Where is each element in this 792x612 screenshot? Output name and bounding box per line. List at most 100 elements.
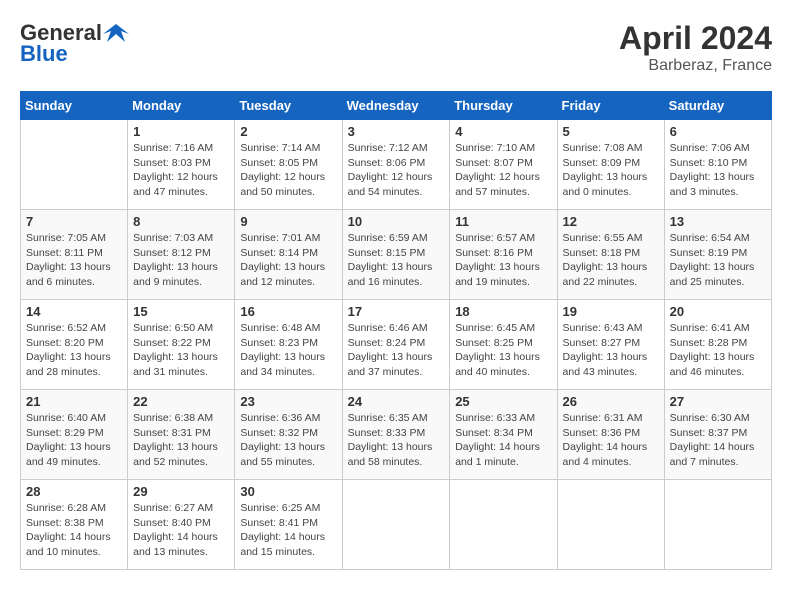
- calendar-cell: 30 Sunrise: 6:25 AMSunset: 8:41 PMDayligh…: [235, 480, 342, 570]
- day-info: Sunrise: 6:50 AMSunset: 8:22 PMDaylight:…: [133, 321, 229, 380]
- calendar-cell: 21 Sunrise: 6:40 AMSunset: 8:29 PMDayligh…: [21, 390, 128, 480]
- day-number: 17: [348, 304, 445, 319]
- calendar-cell: 25 Sunrise: 6:33 AMSunset: 8:34 PMDayligh…: [450, 390, 557, 480]
- calendar-cell: 26 Sunrise: 6:31 AMSunset: 8:36 PMDayligh…: [557, 390, 664, 480]
- day-number: 1: [133, 124, 229, 139]
- logo: General Blue: [20, 20, 129, 66]
- day-info: Sunrise: 6:43 AMSunset: 8:27 PMDaylight:…: [563, 321, 659, 380]
- header-row: SundayMondayTuesdayWednesdayThursdayFrid…: [21, 92, 772, 120]
- calendar-cell: 29 Sunrise: 6:27 AMSunset: 8:40 PMDayligh…: [128, 480, 235, 570]
- calendar-week-row: 21 Sunrise: 6:40 AMSunset: 8:29 PMDayligh…: [21, 390, 772, 480]
- calendar-cell: 27Sunrise: 6:30 AMSunset: 8:37 PMDayligh…: [664, 390, 771, 480]
- calendar-cell: 2 Sunrise: 7:14 AMSunset: 8:05 PMDaylight…: [235, 120, 342, 210]
- day-number: 5: [563, 124, 659, 139]
- calendar-cell: 28Sunrise: 6:28 AMSunset: 8:38 PMDayligh…: [21, 480, 128, 570]
- day-info: Sunrise: 6:41 AMSunset: 8:28 PMDaylight:…: [670, 321, 766, 380]
- day-info: Sunrise: 6:54 AMSunset: 8:19 PMDaylight:…: [670, 231, 766, 290]
- day-number: 20: [670, 304, 766, 319]
- day-number: 23: [240, 394, 336, 409]
- calendar-cell: 7Sunrise: 7:05 AMSunset: 8:11 PMDaylight…: [21, 210, 128, 300]
- title-block: April 2024 Barberaz, France: [619, 20, 772, 75]
- calendar-cell: 13 Sunrise: 6:54 AMSunset: 8:19 PMDayligh…: [664, 210, 771, 300]
- location-subtitle: Barberaz, France: [619, 57, 772, 75]
- day-info: Sunrise: 6:55 AMSunset: 8:18 PMDaylight:…: [563, 231, 659, 290]
- calendar-cell: 22Sunrise: 6:38 AMSunset: 8:31 PMDayligh…: [128, 390, 235, 480]
- header-cell-thursday: Thursday: [450, 92, 557, 120]
- day-info: Sunrise: 6:28 AMSunset: 8:38 PMDaylight:…: [26, 501, 122, 560]
- calendar-week-row: 1 Sunrise: 7:16 AMSunset: 8:03 PMDaylight…: [21, 120, 772, 210]
- calendar-cell: 1 Sunrise: 7:16 AMSunset: 8:03 PMDaylight…: [128, 120, 235, 210]
- day-info: Sunrise: 7:06 AMSunset: 8:10 PMDaylight:…: [670, 141, 766, 200]
- calendar-week-row: 14Sunrise: 6:52 AMSunset: 8:20 PMDayligh…: [21, 300, 772, 390]
- calendar-cell: 8 Sunrise: 7:03 AMSunset: 8:12 PMDaylight…: [128, 210, 235, 300]
- day-info: Sunrise: 6:27 AMSunset: 8:40 PMDaylight:…: [133, 501, 229, 560]
- calendar-cell: [450, 480, 557, 570]
- calendar-cell: 3 Sunrise: 7:12 AMSunset: 8:06 PMDaylight…: [342, 120, 450, 210]
- day-info: Sunrise: 6:40 AMSunset: 8:29 PMDaylight:…: [26, 411, 122, 470]
- calendar-table: SundayMondayTuesdayWednesdayThursdayFrid…: [20, 91, 772, 570]
- calendar-cell: 16 Sunrise: 6:48 AMSunset: 8:23 PMDayligh…: [235, 300, 342, 390]
- calendar-cell: 15 Sunrise: 6:50 AMSunset: 8:22 PMDayligh…: [128, 300, 235, 390]
- calendar-header: SundayMondayTuesdayWednesdayThursdayFrid…: [21, 92, 772, 120]
- day-number: 16: [240, 304, 336, 319]
- calendar-cell: [664, 480, 771, 570]
- header-cell-monday: Monday: [128, 92, 235, 120]
- day-number: 19: [563, 304, 659, 319]
- day-number: 26: [563, 394, 659, 409]
- calendar-week-row: 28Sunrise: 6:28 AMSunset: 8:38 PMDayligh…: [21, 480, 772, 570]
- page-header: General Blue April 2024 Barberaz, France: [20, 20, 772, 75]
- day-info: Sunrise: 7:12 AMSunset: 8:06 PMDaylight:…: [348, 141, 445, 200]
- calendar-cell: 11 Sunrise: 6:57 AMSunset: 8:16 PMDayligh…: [450, 210, 557, 300]
- day-number: 8: [133, 214, 229, 229]
- day-number: 29: [133, 484, 229, 499]
- day-number: 25: [455, 394, 551, 409]
- day-info: Sunrise: 6:35 AMSunset: 8:33 PMDaylight:…: [348, 411, 445, 470]
- day-info: Sunrise: 6:59 AMSunset: 8:15 PMDaylight:…: [348, 231, 445, 290]
- header-cell-wednesday: Wednesday: [342, 92, 450, 120]
- day-info: Sunrise: 6:31 AMSunset: 8:36 PMDaylight:…: [563, 411, 659, 470]
- day-info: Sunrise: 6:25 AMSunset: 8:41 PMDaylight:…: [240, 501, 336, 560]
- calendar-cell: 9Sunrise: 7:01 AMSunset: 8:14 PMDaylight…: [235, 210, 342, 300]
- day-info: Sunrise: 6:33 AMSunset: 8:34 PMDaylight:…: [455, 411, 551, 470]
- logo-blue: Blue: [20, 42, 129, 66]
- day-number: 24: [348, 394, 445, 409]
- day-info: Sunrise: 7:10 AMSunset: 8:07 PMDaylight:…: [455, 141, 551, 200]
- day-info: Sunrise: 6:48 AMSunset: 8:23 PMDaylight:…: [240, 321, 336, 380]
- calendar-cell: [21, 120, 128, 210]
- header-cell-saturday: Saturday: [664, 92, 771, 120]
- calendar-cell: 5 Sunrise: 7:08 AMSunset: 8:09 PMDaylight…: [557, 120, 664, 210]
- day-info: Sunrise: 7:03 AMSunset: 8:12 PMDaylight:…: [133, 231, 229, 290]
- day-number: 15: [133, 304, 229, 319]
- header-cell-tuesday: Tuesday: [235, 92, 342, 120]
- calendar-cell: 20 Sunrise: 6:41 AMSunset: 8:28 PMDayligh…: [664, 300, 771, 390]
- calendar-cell: 17Sunrise: 6:46 AMSunset: 8:24 PMDayligh…: [342, 300, 450, 390]
- calendar-cell: 18Sunrise: 6:45 AMSunset: 8:25 PMDayligh…: [450, 300, 557, 390]
- day-info: Sunrise: 7:08 AMSunset: 8:09 PMDaylight:…: [563, 141, 659, 200]
- day-info: Sunrise: 6:52 AMSunset: 8:20 PMDaylight:…: [26, 321, 122, 380]
- day-number: 13: [670, 214, 766, 229]
- day-number: 4: [455, 124, 551, 139]
- day-number: 11: [455, 214, 551, 229]
- day-info: Sunrise: 7:01 AMSunset: 8:14 PMDaylight:…: [240, 231, 336, 290]
- calendar-cell: [557, 480, 664, 570]
- calendar-body: 1 Sunrise: 7:16 AMSunset: 8:03 PMDaylight…: [21, 120, 772, 570]
- day-info: Sunrise: 7:16 AMSunset: 8:03 PMDaylight:…: [133, 141, 229, 200]
- calendar-cell: 19 Sunrise: 6:43 AMSunset: 8:27 PMDayligh…: [557, 300, 664, 390]
- day-info: Sunrise: 6:57 AMSunset: 8:16 PMDaylight:…: [455, 231, 551, 290]
- day-number: 2: [240, 124, 336, 139]
- day-number: 30: [240, 484, 336, 499]
- day-info: Sunrise: 6:30 AMSunset: 8:37 PMDaylight:…: [670, 411, 766, 470]
- calendar-cell: 4 Sunrise: 7:10 AMSunset: 8:07 PMDaylight…: [450, 120, 557, 210]
- day-info: Sunrise: 6:38 AMSunset: 8:31 PMDaylight:…: [133, 411, 229, 470]
- day-number: 7: [26, 214, 122, 229]
- calendar-cell: 14Sunrise: 6:52 AMSunset: 8:20 PMDayligh…: [21, 300, 128, 390]
- day-number: 21: [26, 394, 122, 409]
- header-cell-sunday: Sunday: [21, 92, 128, 120]
- day-number: 6: [670, 124, 766, 139]
- calendar-cell: 10Sunrise: 6:59 AMSunset: 8:15 PMDayligh…: [342, 210, 450, 300]
- month-year-title: April 2024: [619, 20, 772, 57]
- calendar-cell: 23Sunrise: 6:36 AMSunset: 8:32 PMDayligh…: [235, 390, 342, 480]
- calendar-cell: [342, 480, 450, 570]
- day-info: Sunrise: 7:14 AMSunset: 8:05 PMDaylight:…: [240, 141, 336, 200]
- day-number: 3: [348, 124, 445, 139]
